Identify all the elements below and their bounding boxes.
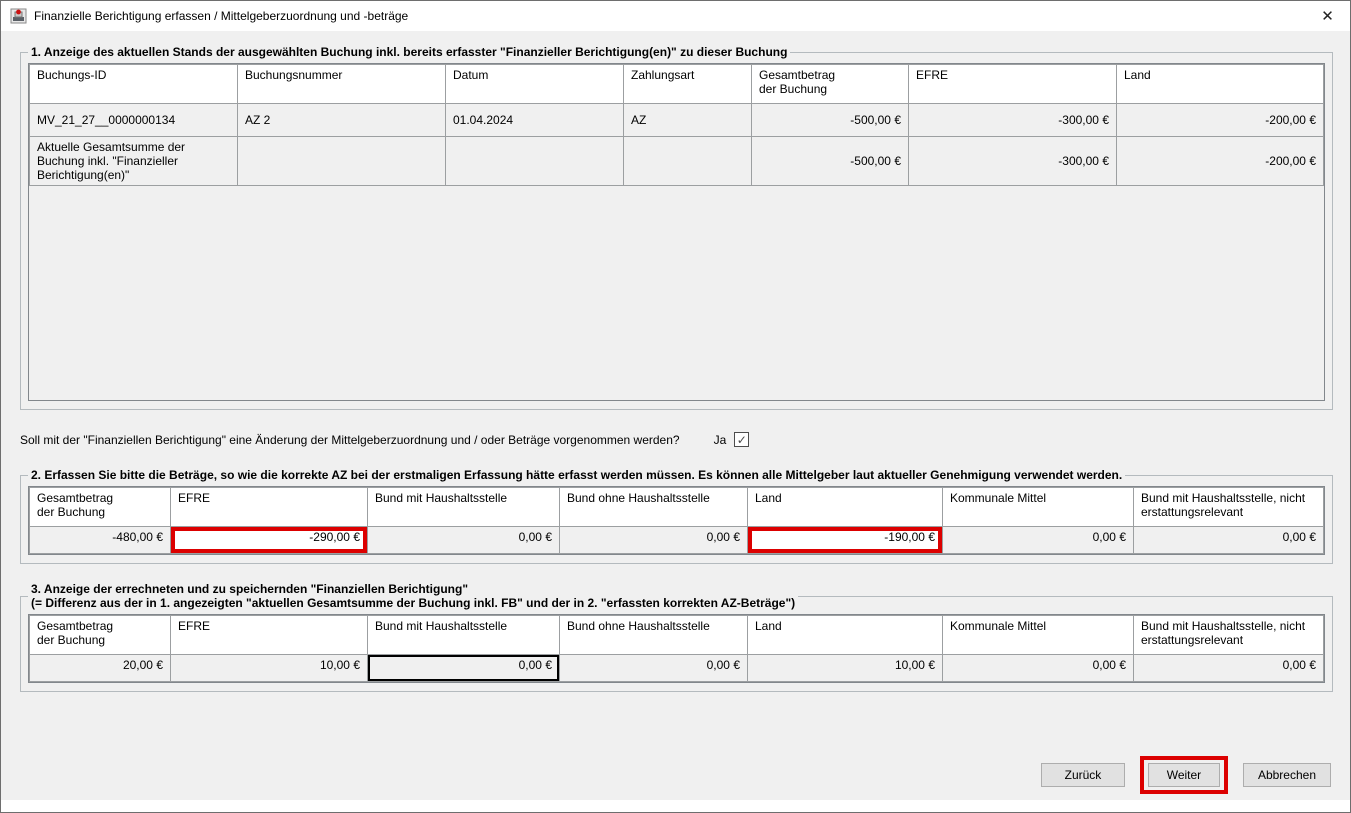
table-cell [238, 137, 446, 186]
table-cell: 10,00 € [748, 655, 943, 682]
table-cell: AZ [624, 104, 752, 137]
column-header: Bund mit Haushaltsstelle [368, 488, 560, 527]
section1-legend: 1. Anzeige des aktuellen Stands der ausg… [28, 45, 790, 59]
table-cell[interactable]: -190,00 € [748, 527, 943, 554]
section-correct-amounts: 2. Erfassen Sie bitte die Beträge, so wi… [20, 468, 1333, 564]
dialog-window: Finanzielle Berichtigung erfassen / Mitt… [0, 0, 1351, 813]
table-cell: 10,00 € [171, 655, 368, 682]
section-calculated-correction: 3. Anzeige der errechneten und zu speich… [20, 582, 1333, 692]
table-cell: 0,00 € [368, 655, 560, 682]
table-cell: MV_21_27__0000000134 [30, 104, 238, 137]
column-header: Gesamtbetrag der Buchung [30, 616, 171, 655]
calculated-correction-table: Gesamtbetrag der BuchungEFREBund mit Hau… [28, 614, 1325, 683]
table-cell[interactable]: 0,00 € [368, 527, 560, 554]
table-cell [446, 137, 624, 186]
yes-checkbox[interactable]: ✓ [734, 432, 749, 447]
next-button-highlight: Weiter [1140, 756, 1228, 794]
table-row: MV_21_27__0000000134AZ 201.04.2024AZ-500… [30, 104, 1324, 137]
cancel-button[interactable]: Abbrechen [1243, 763, 1331, 787]
column-header: Bund mit Haushaltsstelle [368, 616, 560, 655]
next-button[interactable]: Weiter [1148, 763, 1220, 787]
column-header: Bund mit Haushaltsstelle, nicht erstattu… [1134, 616, 1324, 655]
column-header: Buchungsnummer [238, 65, 446, 104]
back-button[interactable]: Zurück [1041, 763, 1125, 787]
column-header: EFRE [909, 65, 1117, 104]
table-cell[interactable]: 0,00 € [1134, 527, 1324, 554]
table-cell: -200,00 € [1117, 104, 1324, 137]
change-question-row: Soll mit der "Finanziellen Berichtigung"… [20, 432, 1331, 447]
column-header: Gesamtbetrag der Buchung [752, 65, 909, 104]
table-cell[interactable]: -290,00 € [171, 527, 368, 554]
header-row: Gesamtbetrag der BuchungEFREBund mit Hau… [30, 616, 1324, 655]
column-header: Buchungs-ID [30, 65, 238, 104]
table-cell: -300,00 € [909, 137, 1117, 186]
table-cell: 0,00 € [560, 655, 748, 682]
close-icon[interactable]: ✕ [1305, 1, 1350, 31]
table-cell: -500,00 € [752, 137, 909, 186]
section3-legend-line1: 3. Anzeige der errechneten und zu speich… [31, 582, 795, 596]
column-header: Land [748, 488, 943, 527]
column-header: Land [748, 616, 943, 655]
footer-button-bar: Zurück Weiter Abbrechen [1, 756, 1350, 800]
table-cell[interactable]: -480,00 € [30, 527, 171, 554]
section-current-state: 1. Anzeige des aktuellen Stands der ausg… [20, 45, 1333, 410]
column-header: Zahlungsart [624, 65, 752, 104]
yes-label: Ja [714, 433, 727, 447]
table-cell[interactable]: 0,00 € [943, 527, 1134, 554]
section3-legend-line2: (= Differenz aus der in 1. angezeigten "… [31, 596, 795, 610]
column-header: Datum [446, 65, 624, 104]
column-header: Kommunale Mittel [943, 616, 1134, 655]
table-row: 20,00 €10,00 €0,00 €0,00 €10,00 €0,00 €0… [30, 655, 1324, 682]
column-header: Gesamtbetrag der Buchung [30, 488, 171, 527]
table-cell[interactable]: 0,00 € [560, 527, 748, 554]
column-header: Bund ohne Haushaltsstelle [560, 488, 748, 527]
table-cell: -300,00 € [909, 104, 1117, 137]
section3-legend: 3. Anzeige der errechneten und zu speich… [28, 582, 798, 610]
column-header: Kommunale Mittel [943, 488, 1134, 527]
header-row: Gesamtbetrag der BuchungEFREBund mit Hau… [30, 488, 1324, 527]
column-header: Bund mit Haushaltsstelle, nicht erstattu… [1134, 488, 1324, 527]
change-question-label: Soll mit der "Finanziellen Berichtigung"… [20, 433, 680, 447]
table-cell: Aktuelle Gesamtsumme der Buchung inkl. "… [30, 137, 238, 186]
table-cell [624, 137, 752, 186]
app-icon [10, 8, 27, 24]
table-cell: 20,00 € [30, 655, 171, 682]
section2-legend: 2. Erfassen Sie bitte die Beträge, so wi… [28, 468, 1125, 482]
window-title: Finanzielle Berichtigung erfassen / Mitt… [34, 9, 1305, 23]
column-header: EFRE [171, 616, 368, 655]
table-cell: 0,00 € [1134, 655, 1324, 682]
table-cell: -500,00 € [752, 104, 909, 137]
column-header: EFRE [171, 488, 368, 527]
bookings-table: Buchungs-IDBuchungsnummerDatumZahlungsar… [28, 63, 1325, 401]
table-cell: 0,00 € [943, 655, 1134, 682]
table-row: Aktuelle Gesamtsumme der Buchung inkl. "… [30, 137, 1324, 186]
header-row: Buchungs-IDBuchungsnummerDatumZahlungsar… [30, 65, 1324, 104]
correct-amounts-table: Gesamtbetrag der BuchungEFREBund mit Hau… [28, 486, 1325, 555]
column-header: Land [1117, 65, 1324, 104]
column-header: Bund ohne Haushaltsstelle [560, 616, 748, 655]
window-bottom-edge [1, 800, 1350, 812]
table-cell: -200,00 € [1117, 137, 1324, 186]
title-bar: Finanzielle Berichtigung erfassen / Mitt… [1, 1, 1350, 31]
table-cell: AZ 2 [238, 104, 446, 137]
table-cell: 01.04.2024 [446, 104, 624, 137]
table-row: -480,00 €-290,00 €0,00 €0,00 €-190,00 €0… [30, 527, 1324, 554]
